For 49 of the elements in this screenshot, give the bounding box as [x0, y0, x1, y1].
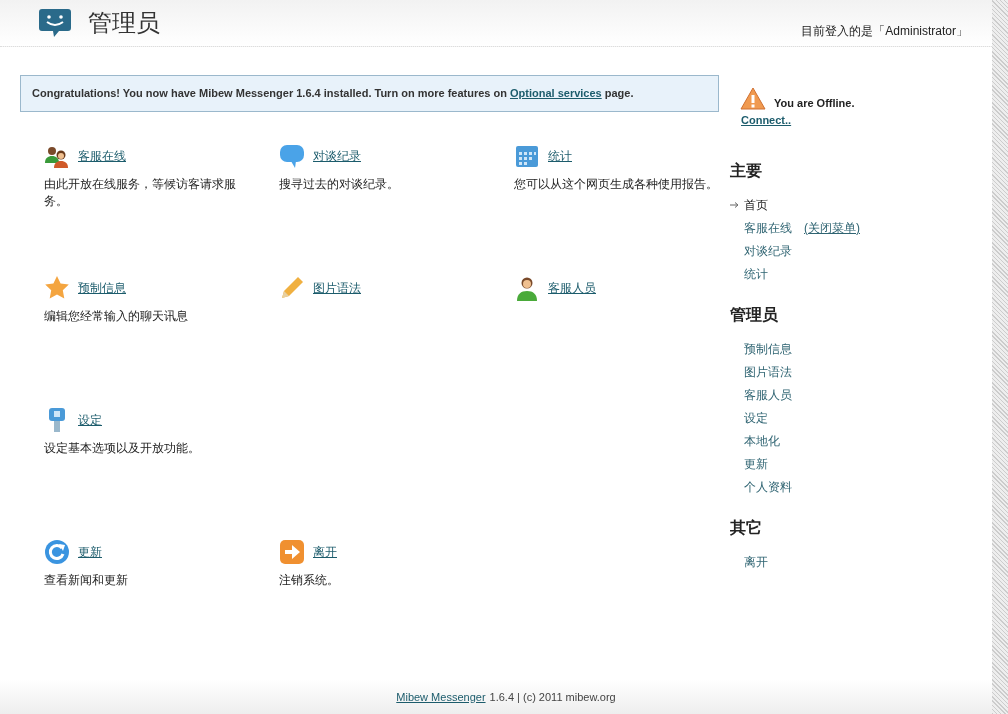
star-icon [44, 274, 70, 301]
section-heading: 主要 [730, 160, 763, 182]
sidebar-link[interactable]: 客服在线 [744, 218, 792, 237]
sidebar-link[interactable]: 首页 [744, 195, 768, 214]
footer-text: 1.6.4 | (c) 2011 mibew.org [489, 689, 616, 705]
scrollbar[interactable] [992, 0, 1008, 714]
close-menu-link[interactable]: (关闭菜单) [804, 218, 860, 237]
menu-description: 您可以从这个网页生成各种使用报告。 [514, 175, 719, 193]
chat-logo-icon [38, 8, 72, 38]
menu-description: 查看新闻和更新 [44, 571, 129, 589]
page-title: 管理员 [88, 8, 160, 39]
menu-link[interactable]: 更新 [78, 542, 102, 561]
connect-link[interactable]: Connect.. [741, 112, 792, 129]
menu-description: 设定基本选项以及开放功能。 [44, 439, 201, 457]
menu-link[interactable]: 设定 [78, 410, 102, 429]
status-text: You are Offline. [774, 95, 855, 111]
sidebar-link[interactable]: 对谈纪录 [744, 241, 792, 260]
sidebar-link[interactable]: 预制信息 [744, 339, 792, 358]
arrow-right-icon [279, 538, 305, 565]
sidebar-link[interactable]: 客服人员 [744, 385, 792, 404]
menu-description: 注销系统。 [279, 571, 340, 589]
menu-link[interactable]: 统计 [548, 146, 572, 165]
menu-link[interactable]: 预制信息 [78, 278, 126, 297]
menu-description: 由此开放在线服务，等候访客请求服务。 [44, 175, 237, 210]
sidebar-link[interactable]: 更新 [744, 454, 768, 473]
speech-bubble-icon [279, 142, 305, 169]
refresh-icon [44, 538, 70, 565]
sidebar-link[interactable]: 图片语法 [744, 362, 792, 381]
notice-message: Congratulations! You now have Mibew Messenger 1.6.4 installed. Turn on more features on Optional services page. [20, 75, 719, 112]
menu-description: 编辑您经常输入的聊天讯息 [44, 307, 189, 325]
menu-link[interactable]: 客服人员 [548, 278, 596, 297]
section-heading: 其它 [730, 517, 763, 539]
sidebar-link[interactable]: 个人资料 [744, 477, 792, 496]
warning-icon [740, 87, 766, 111]
sidebar-link[interactable]: 设定 [744, 408, 768, 427]
pencil-icon [279, 274, 305, 301]
menu-description: 搜寻过去的对谈纪录。 [279, 175, 400, 193]
menu-link[interactable]: 图片语法 [313, 278, 361, 297]
sidebar-link[interactable]: 本地化 [744, 431, 780, 450]
login-info: 目前登入的是「Administrator」 [801, 23, 968, 40]
sidebar-link[interactable]: 离开 [744, 552, 768, 571]
current-arrow-icon [730, 200, 740, 209]
section-heading: 管理员 [730, 304, 779, 326]
sidebar-link[interactable]: 统计 [744, 264, 768, 283]
optional-services-link[interactable]: Optional services [510, 87, 602, 99]
menu-link[interactable]: 离开 [313, 542, 337, 561]
menu-link[interactable]: 对谈纪录 [313, 146, 361, 165]
menu-link[interactable]: 客服在线 [78, 146, 126, 165]
footer-link[interactable]: Mibew Messenger [396, 688, 486, 706]
